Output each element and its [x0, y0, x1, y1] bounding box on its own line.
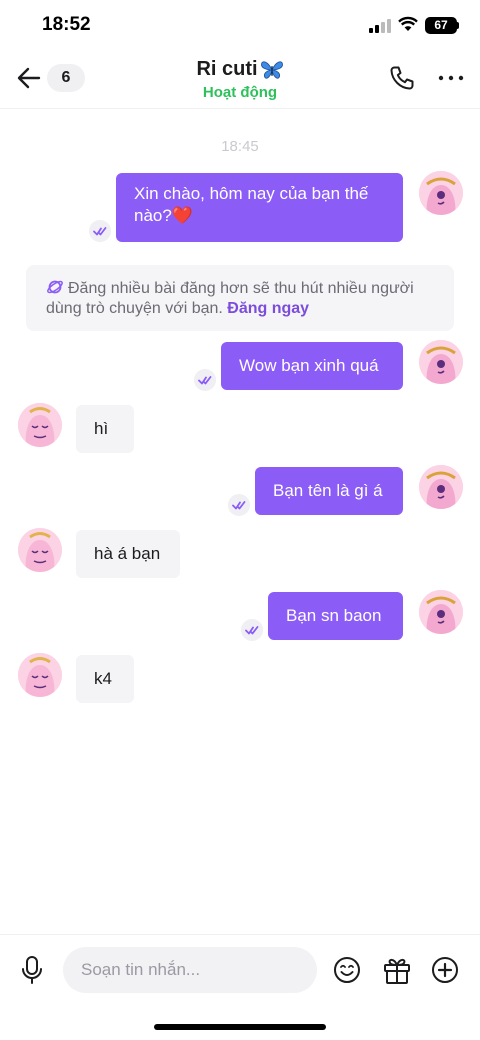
planet-icon [47, 280, 63, 294]
my-avatar[interactable] [419, 340, 463, 384]
incoming-message-bubble[interactable]: k4 [76, 655, 134, 703]
incoming-message-bubble[interactable]: hì [76, 405, 134, 453]
contact-avatar[interactable] [18, 403, 62, 447]
more-icon[interactable] [436, 64, 466, 92]
message-text: hà á bạn [94, 544, 161, 563]
double-check-icon [89, 220, 111, 242]
incoming-message-bubble[interactable]: hà á bạn [76, 530, 180, 578]
cellular-signal-icon [369, 19, 391, 33]
contact-name: Ri cuti [196, 58, 258, 80]
battery-icon: 67 [425, 17, 457, 34]
message-input-placeholder: Soạn tin nhắn... [81, 960, 201, 979]
microphone-icon[interactable] [18, 955, 46, 985]
gift-icon[interactable] [382, 955, 412, 985]
my-avatar[interactable] [419, 465, 463, 509]
home-indicator [154, 1024, 326, 1030]
double-check-icon [241, 619, 263, 641]
chat-header: 6 Ri cuti Hoạt động [0, 52, 480, 109]
double-check-icon [194, 369, 216, 391]
emoji-icon[interactable] [333, 956, 361, 984]
back-arrow-icon[interactable] [15, 64, 43, 92]
butterfly-emoji-icon [260, 60, 283, 79]
my-avatar[interactable] [419, 590, 463, 634]
promo-post-now-link[interactable]: Đăng ngay [227, 300, 309, 317]
contact-name-row: Ri cuti [196, 58, 283, 81]
promo-banner: Đăng nhiều bài đăng hơn sẽ thu hút nhiều… [26, 265, 454, 331]
outgoing-message-bubble[interactable]: Xin chào, hôm nay của bạn thế nào?❤️ [116, 173, 403, 242]
message-line: nào?❤️ [134, 206, 193, 225]
message-input[interactable]: Soạn tin nhắn... [63, 947, 317, 993]
contact-status: Hoạt động [202, 84, 278, 101]
plus-circle-icon[interactable] [431, 956, 459, 984]
unread-count-badge[interactable]: 6 [47, 64, 85, 92]
my-avatar[interactable] [419, 171, 463, 215]
message-input-bar: Soạn tin nhắn... [0, 934, 480, 1040]
outgoing-message-bubble[interactable]: Bạn sn baon [268, 592, 403, 640]
outgoing-message-bubble[interactable]: Bạn tên là gì á [255, 467, 403, 515]
message-text: Bạn sn baon [286, 606, 382, 625]
battery-tip [457, 22, 459, 29]
double-check-icon [228, 494, 250, 516]
message-text: k4 [94, 669, 112, 688]
wifi-icon [398, 16, 418, 31]
contact-avatar[interactable] [18, 528, 62, 572]
message-text: Bạn tên là gì á [273, 481, 383, 500]
message-text: Wow bạn xinh quá [239, 356, 379, 375]
contact-info[interactable]: Ri cuti Hoạt động [140, 58, 340, 101]
status-bar: 18:52 67 [0, 0, 480, 52]
message-timestamp: 18:45 [221, 138, 259, 155]
message-line: Xin chào, hôm nay của bạn thế [134, 184, 369, 203]
message-text: hì [94, 419, 109, 438]
phone-icon[interactable] [388, 64, 416, 92]
status-time: 18:52 [42, 14, 91, 35]
outgoing-message-bubble[interactable]: Wow bạn xinh quá [221, 342, 403, 390]
contact-avatar[interactable] [18, 653, 62, 697]
